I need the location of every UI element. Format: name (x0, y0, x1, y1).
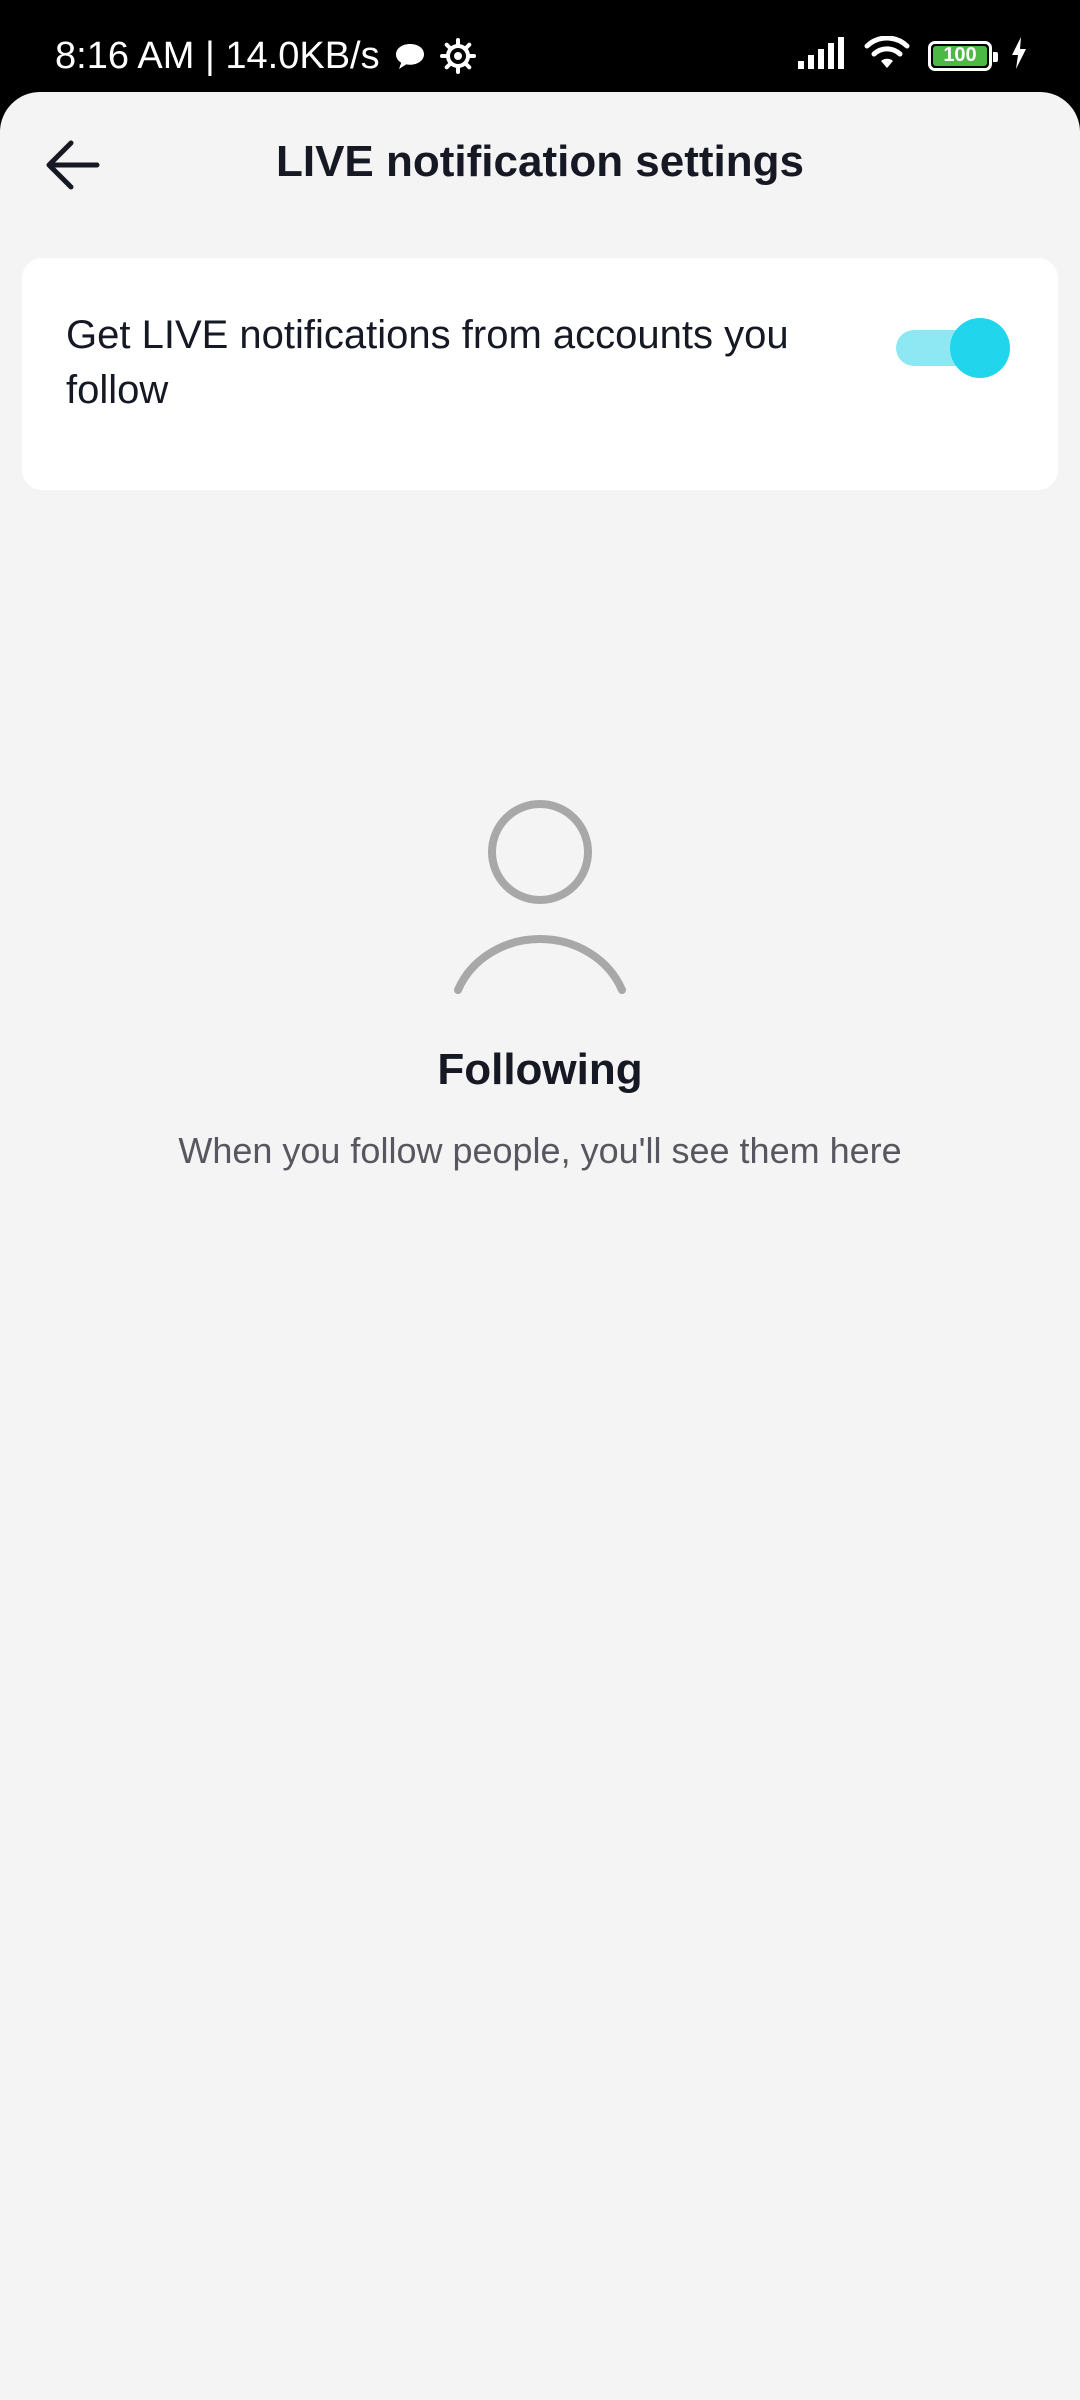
settings-sheet: LIVE notification settings Get LIVE noti… (0, 92, 1080, 2400)
status-left: 8:16 AM | 14.0KB/s (55, 34, 476, 78)
setting-label: Get LIVE notifications from accounts you… (66, 313, 789, 412)
status-right: 100 (796, 35, 1028, 75)
signal-icon (796, 37, 846, 74)
empty-state-subtitle: When you follow people, you'll see them … (178, 1130, 902, 1171)
settings-gear-icon (439, 38, 476, 74)
chat-bubble-icon (392, 38, 428, 74)
page-title: LIVE notification settings (275, 137, 805, 186)
toggle-knob (950, 318, 1010, 378)
status-time-speed: 8:16 AM | 14.0KB/s (55, 35, 380, 77)
status-bar: 8:16 AM | 14.0KB/s 100 (0, 0, 1080, 100)
wifi-icon (864, 35, 910, 75)
charging-icon (1010, 37, 1028, 74)
battery-level: 100 (943, 44, 977, 66)
person-outline-icon (454, 800, 626, 994)
battery-icon: 100 (928, 40, 998, 71)
header: LIVE notification settings (0, 92, 1080, 232)
live-notifications-toggle[interactable] (896, 318, 1010, 378)
empty-state: Following When you follow people, you'll… (0, 798, 1080, 1174)
empty-state-title: Following (437, 1045, 643, 1094)
live-notification-setting-card: Get LIVE notifications from accounts you… (22, 258, 1058, 490)
